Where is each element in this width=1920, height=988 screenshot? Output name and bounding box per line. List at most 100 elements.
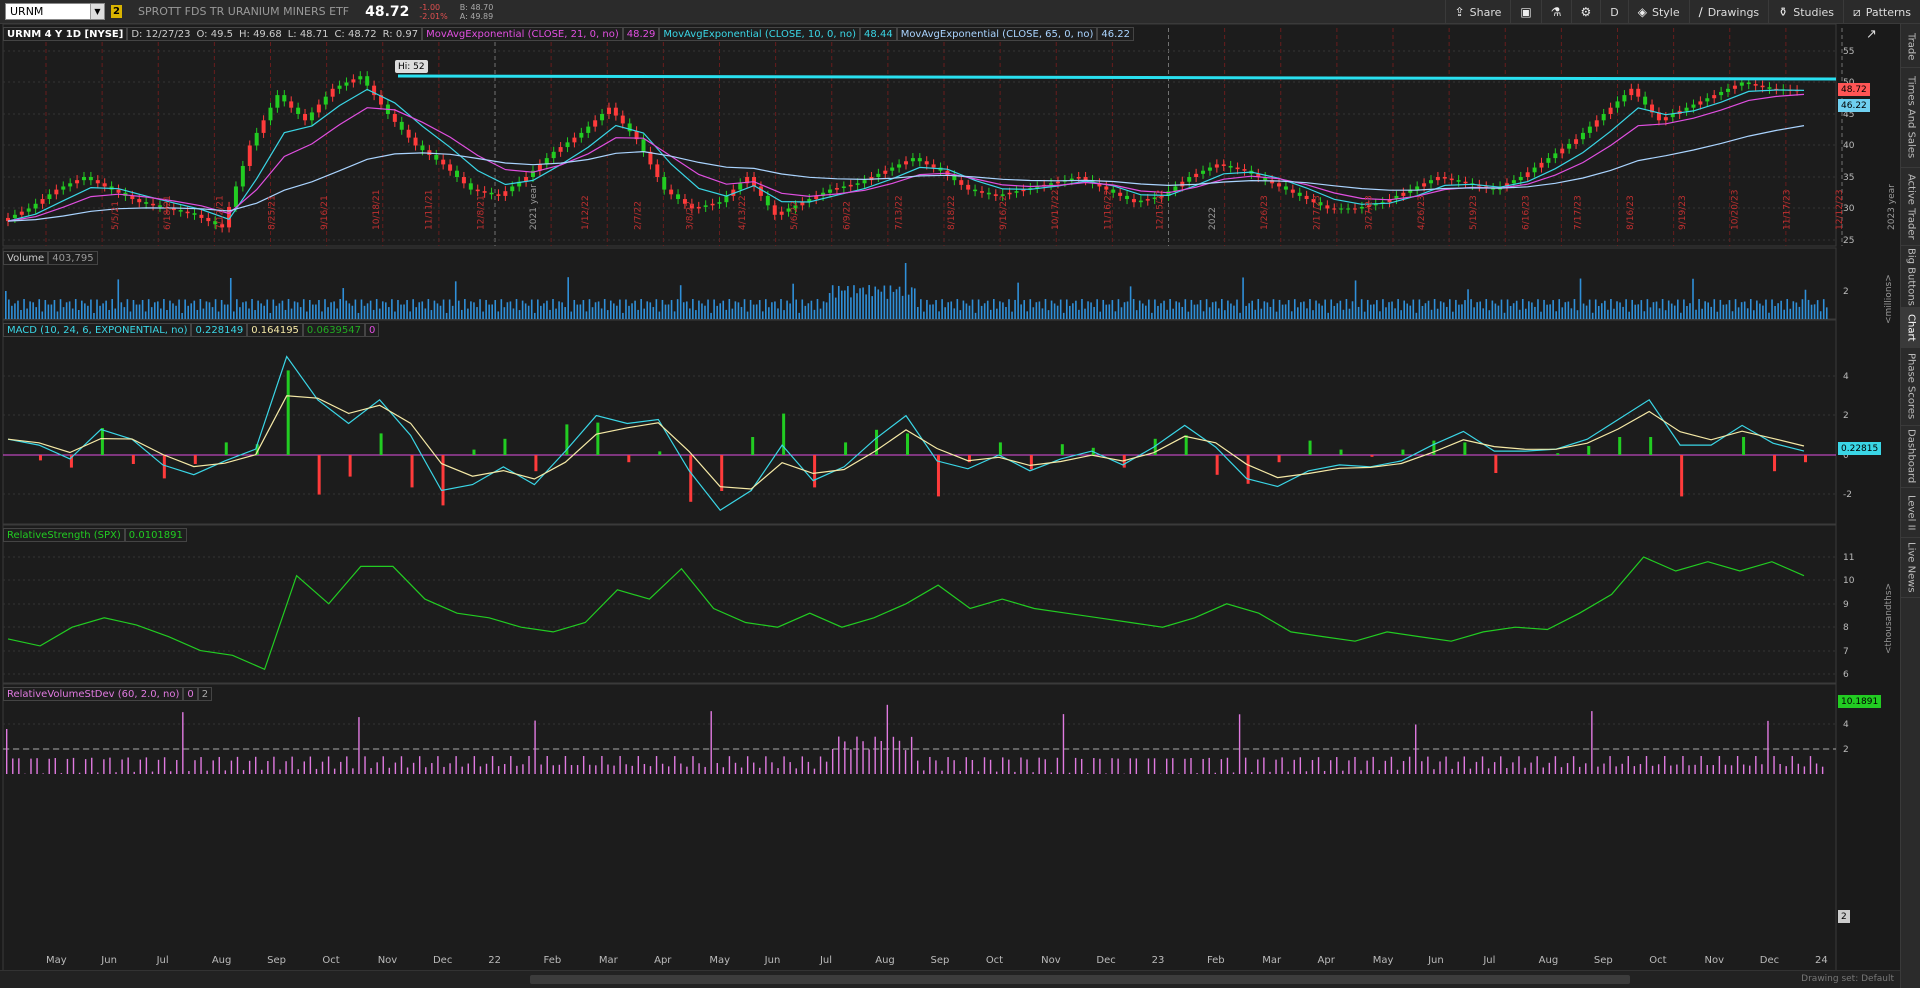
settings-button[interactable]: ⚙ (1570, 0, 1601, 24)
share-button[interactable]: ⇪ Share (1444, 0, 1511, 24)
candle-body (1442, 177, 1447, 179)
rvsd-bar (1706, 765, 1708, 774)
volume-bar (625, 299, 627, 319)
drawings-button[interactable]: ∕ Drawings (1688, 0, 1769, 24)
study-ema65-label[interactable]: MovAvgExponential (CLOSE, 65, 0, no) (896, 27, 1098, 41)
volume-bar (1339, 300, 1342, 319)
volume-bar (606, 310, 609, 319)
side-tab-level-ii[interactable]: Level II (1901, 488, 1920, 538)
rvsd-bar (1749, 765, 1751, 774)
macd-label[interactable]: MACD (10, 24, 6, EXPONENTIAL, no) (3, 323, 192, 337)
studies-button[interactable]: ⚱ Studies (1768, 0, 1843, 24)
rvsd-bar (1767, 720, 1769, 774)
rvsd-bar (1323, 770, 1326, 774)
snapshot-button[interactable]: ▣ (1510, 0, 1540, 24)
volume-bar (187, 305, 189, 319)
side-tab-trade[interactable]: Trade (1901, 26, 1920, 68)
volume-bar (1655, 301, 1658, 319)
rvsd-bar (1172, 758, 1174, 774)
volume-bar (44, 299, 47, 319)
date-marker: 9/19/23 (1678, 195, 1688, 230)
study-ema21-label[interactable]: MovAvgExponential (CLOSE, 21, 0, no) (422, 27, 623, 41)
volume-bar (260, 303, 262, 319)
side-tab-dashboard[interactable]: Dashboard (1901, 426, 1920, 488)
volume-bar (1160, 303, 1162, 319)
volume-bar (1613, 308, 1615, 319)
volume-bar (81, 300, 83, 319)
rvsd-label[interactable]: RelativeVolumeStDev (60, 2.0, no) (3, 687, 184, 701)
chart-canvas[interactable]: 555045403530252420-211109876425/5/216/18… (0, 23, 1900, 988)
side-tab-phase-scores[interactable]: Phase Scores (1901, 348, 1920, 426)
volume-bar (1798, 306, 1801, 319)
patterns-button[interactable]: ⧄ Patterns (1843, 0, 1920, 24)
link-badge[interactable]: 2 (111, 5, 122, 18)
volume-bar (512, 308, 515, 319)
side-tab-live-news[interactable]: Live News (1901, 538, 1920, 598)
volume-bar (768, 307, 770, 319)
chart-area[interactable]: 555045403530252420-211109876425/5/216/18… (0, 23, 1900, 988)
rvsd-bar (546, 756, 548, 774)
side-tab-chart[interactable]: Chart (1901, 308, 1920, 348)
rvsd-bar (643, 764, 646, 774)
volume-bar (126, 299, 129, 319)
volume-bar (199, 299, 202, 319)
volume-bar (1394, 308, 1396, 319)
chart-scrollbar[interactable]: Drawing set: Default (0, 970, 1900, 988)
rvsd-bar (1002, 757, 1004, 774)
aggregation-button[interactable]: D (1600, 0, 1627, 24)
candle-body (1083, 177, 1088, 181)
scrollbar-thumb[interactable] (530, 975, 1630, 984)
volume-bar (652, 307, 655, 319)
rs-label[interactable]: RelativeStrength (SPX) (3, 528, 125, 542)
volume-bar (272, 299, 275, 319)
volume-bar (263, 305, 265, 319)
volume-bar (193, 300, 196, 319)
volume-bar (600, 308, 603, 319)
study-ema10-label[interactable]: MovAvgExponential (CLOSE, 10, 0, no) (659, 27, 861, 41)
chevron-down-icon[interactable]: ▼ (90, 4, 104, 19)
expand-icon[interactable]: ↗ (1866, 27, 1877, 42)
x-axis-label: Dec (1096, 955, 1116, 966)
candle-body (1643, 96, 1648, 105)
volume-bar (1406, 303, 1409, 319)
volume-bar (1610, 299, 1612, 319)
candle-body (1615, 101, 1620, 108)
date-marker: 5/19/23 (1469, 195, 1479, 230)
rvsd-bar (382, 756, 384, 774)
flask-button[interactable]: ⚗ (1540, 0, 1571, 24)
side-tab-times-and-sales[interactable]: Times And Sales (1901, 68, 1920, 168)
rvsd-bar (115, 772, 117, 774)
volume-bar (549, 309, 551, 319)
candle-body (475, 189, 480, 192)
candle-body (800, 202, 805, 206)
volume-bar (1576, 310, 1579, 319)
macd-hist-bar (1494, 455, 1498, 473)
rvsd-bar (1433, 769, 1435, 774)
candle-body (1180, 181, 1185, 187)
volume-bar (1771, 299, 1773, 319)
candle-body (1449, 178, 1454, 181)
rvsd-bar (971, 759, 974, 774)
side-tab-active-trader[interactable]: Active Trader (1901, 168, 1920, 246)
rs-tag: 10.1891 (1838, 695, 1882, 708)
symbol-input[interactable]: URNM ▼ (5, 3, 105, 20)
rvsd-bar (1578, 766, 1581, 774)
volume-label[interactable]: Volume (3, 251, 49, 265)
candle-body (1007, 192, 1012, 195)
rvsd-bar (595, 765, 597, 774)
volume-bar (108, 309, 110, 319)
rvsd-bar (1427, 756, 1429, 774)
volume-bar (1546, 304, 1548, 319)
candle-body (1131, 199, 1136, 203)
volume-bar (1467, 289, 1469, 319)
chart-title[interactable]: URNM 4 Y 1D [NYSE] (3, 27, 128, 41)
style-button[interactable]: ◈ Style (1627, 0, 1689, 24)
side-tab-big-buttons[interactable]: Big Buttons (1901, 246, 1920, 308)
rvsd-bar (1117, 758, 1119, 774)
rvsd-bar (1093, 758, 1095, 774)
rvsd-bar (352, 768, 354, 774)
rvsd-bar (1676, 764, 1678, 774)
volume-bar (150, 307, 153, 319)
volume-bar (1573, 299, 1576, 319)
rvsd-bar (874, 736, 876, 774)
